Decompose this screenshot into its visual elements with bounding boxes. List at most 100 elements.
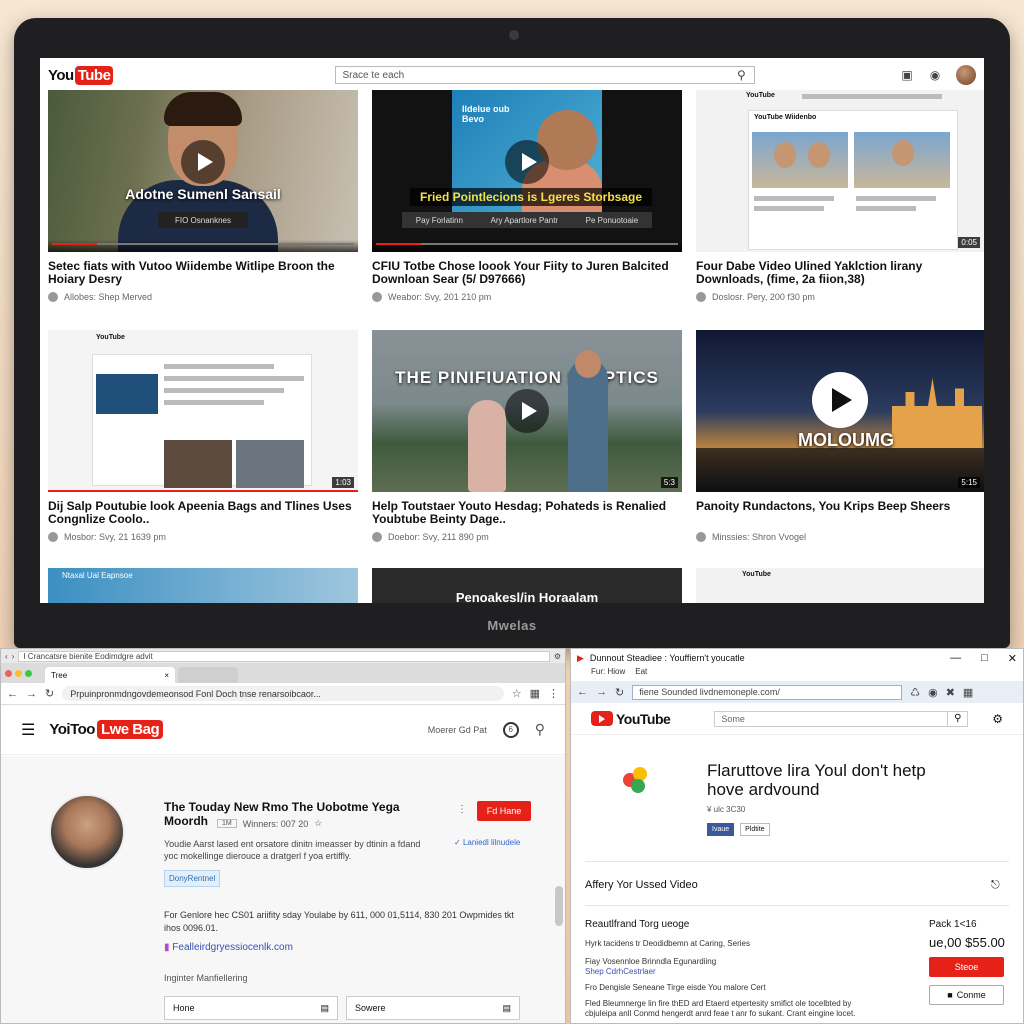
settings-icon[interactable]: ⚙	[554, 652, 561, 661]
video-thumbnail-partial[interactable]: Ntaxal Ual Eapnsoe	[48, 568, 358, 603]
video-thumbnail[interactable]: Ildelue oub Bevo Fried Pointlecions is L…	[372, 90, 682, 252]
reload-icon[interactable]: ↻	[45, 687, 54, 700]
back-icon[interactable]: ←	[7, 688, 18, 700]
share-button-facebook[interactable]: Ivaue	[707, 823, 735, 836]
lightbulb-icon[interactable]: ⚲	[535, 721, 545, 738]
outer-url-field[interactable]: I Crancatsre bienite Eodimdgre advit	[18, 650, 550, 662]
thumbnail-caption: MOLOUMG	[798, 430, 894, 450]
scrollbar[interactable]	[555, 886, 563, 926]
laptop-frame: You Tube Srace te each ⚲ ▣ ◉ Adotne Sumen…	[14, 18, 1010, 648]
bookmark-icon[interactable]: ☆	[512, 687, 522, 700]
menu-item[interactable]: Eat	[635, 667, 647, 681]
thumbnail-panel-text: Ildelue oub Bevo	[462, 104, 510, 124]
youtube-play-icon	[591, 711, 613, 726]
channel-avatar[interactable]	[49, 794, 125, 870]
video-title[interactable]: CFIU Totbe Chose loook Your Fiity to Jur…	[372, 260, 682, 286]
thumbnail-caption: Fried Pointlecions is Lgeres Storbsage	[410, 188, 652, 206]
youtube-logo[interactable]: YouTube	[48, 65, 114, 85]
video-title[interactable]: Dij Salp Poutubie look Apeenia Bags and …	[48, 500, 358, 526]
address-bar[interactable]: fiene Sounded livdnemoneple.com/	[632, 684, 903, 700]
back-icon[interactable]: ←	[577, 686, 588, 698]
secondary-button[interactable]: ■ Conme	[929, 985, 1004, 1005]
settings-icon[interactable]: ⚙	[992, 712, 1003, 726]
address-bar[interactable]: Prpuinpronmdngovdemeonsod Fonl Doch tnse…	[62, 686, 504, 701]
forward-icon[interactable]: ›	[12, 652, 15, 661]
more-icon[interactable]: ⋮	[457, 804, 467, 815]
notifications-icon[interactable]: ◉	[928, 68, 942, 82]
star-icon[interactable]: ☆	[314, 818, 322, 829]
video-thumbnail[interactable]: YouTube YouTube Wiidenbo 0:05	[696, 90, 984, 252]
video-thumbnail[interactable]: THE PINIFIUATION STEPTICS 5:3	[372, 330, 682, 492]
video-thumbnail[interactable]: MOLOUMG 5:15	[696, 330, 984, 492]
menu-icon[interactable]: ▦	[963, 686, 973, 699]
video-title[interactable]: Four Dabe Video Ulined Yaklction lirany …	[696, 260, 984, 286]
mini-logo: YouTube	[746, 92, 775, 99]
video-title[interactable]: Help Toutstaer Youto Hesdag; Pohateds is…	[372, 500, 682, 526]
youtube-logo[interactable]: YoiToo Lwe Bag	[49, 720, 164, 739]
forward-icon[interactable]: →	[596, 686, 607, 698]
channel-url[interactable]: ▮ Fealleirdgryessiocenlk.com	[164, 942, 293, 953]
extensions-icon[interactable]: ▦	[530, 687, 540, 700]
video-card[interactable]: YouTube YouTube Wiidenbo 0:05 Four Dabe …	[696, 90, 984, 302]
home-field[interactable]: Hone ▤	[164, 996, 338, 1020]
avatar[interactable]	[956, 65, 976, 85]
maximize-icon[interactable]: □	[981, 652, 988, 665]
translate-icon[interactable]: ♺	[910, 686, 920, 699]
channel-description: Youdie Aarst lased ent orsatore dinitn i…	[164, 839, 421, 861]
video-card[interactable]: YouTube 1:03 Dij Salp Poutubie look Apee…	[48, 330, 358, 542]
tab-new[interactable]	[178, 667, 238, 683]
close-icon[interactable]	[5, 669, 12, 677]
search-icon[interactable]: ⚲	[948, 710, 969, 727]
play-icon[interactable]	[181, 140, 225, 184]
menu-icon[interactable]: ⋮	[548, 687, 559, 700]
subscribe-button[interactable]: Fd Hane	[477, 801, 531, 821]
youtube-logo[interactable]: YouTube	[591, 711, 671, 727]
upload-icon[interactable]: ▣	[900, 68, 914, 82]
search-input[interactable]: Some	[714, 710, 949, 727]
order-line[interactable]: Shep CdrhCestrlaer	[585, 967, 915, 977]
order-line: Fled Bleumnerge lin fire thED ard Etaerd…	[585, 999, 852, 1008]
browser-window-right: ▶ Dunnout Steadiee : Youffiern't youcatl…	[570, 648, 1024, 1024]
video-title[interactable]: Panoity Rundactons, You Krips Beep Sheer…	[696, 500, 984, 526]
video-thumbnail-partial[interactable]: YouTube	[696, 568, 984, 603]
forward-icon[interactable]: →	[26, 688, 37, 700]
laptop-screen: You Tube Srace te each ⚲ ▣ ◉ Adotne Sumen…	[40, 58, 984, 603]
search-input[interactable]: Srace te each ⚲	[335, 66, 756, 84]
extension-icon[interactable]: ◉	[928, 686, 938, 699]
play-icon[interactable]	[812, 372, 868, 428]
window-controls	[5, 663, 32, 683]
divider	[585, 861, 1009, 862]
minimize-icon[interactable]	[15, 669, 22, 677]
divider	[585, 905, 1009, 906]
channel-link[interactable]: ✓ Laniedl lilnudele	[454, 838, 520, 847]
video-title[interactable]: Setec fiats with Vutoo Wiidembe Witlipe …	[48, 260, 358, 286]
search-icon[interactable]: ⚲	[734, 68, 748, 82]
tab-active[interactable]: Tree ×	[45, 667, 175, 683]
maximize-icon[interactable]	[25, 669, 32, 677]
software-field[interactable]: Sowere ▤	[346, 996, 520, 1020]
video-thumbnail[interactable]: YouTube 1:03	[48, 330, 358, 492]
header-text[interactable]: Moerer Gd Pat	[428, 725, 487, 735]
close-icon[interactable]: ✕	[1008, 652, 1017, 665]
video-card[interactable]: MOLOUMG 5:15 Panoity Rundactons, You Kri…	[696, 330, 984, 542]
reload-icon[interactable]: ↻	[615, 686, 624, 699]
tab-close-icon[interactable]: ×	[164, 671, 169, 680]
account-icon[interactable]: 6	[502, 721, 519, 738]
play-icon[interactable]	[505, 140, 549, 184]
play-icon[interactable]	[505, 389, 549, 433]
nav-bar: ← → ↻ fiene Sounded livdnemoneple.com/ ♺…	[571, 681, 1023, 703]
primary-button[interactable]: Steoe	[929, 957, 1004, 977]
back-icon[interactable]: ‹	[5, 652, 8, 661]
video-card[interactable]: Adotne Sumenl Sansail FIO Osnanknes Sete…	[48, 90, 358, 302]
video-thumbnail-partial[interactable]: Penoakesl/in Horaalam	[372, 568, 682, 603]
cast-icon[interactable]: ⎋	[991, 879, 1000, 892]
tools-icon[interactable]: ✖	[946, 686, 955, 699]
video-thumbnail[interactable]: Adotne Sumenl Sansail FIO Osnanknes	[48, 90, 358, 252]
channel-tag[interactable]: DonyRentnel	[164, 870, 221, 887]
menu-item[interactable]: Fur: Hiow	[591, 667, 625, 681]
video-card[interactable]: Ildelue oub Bevo Fried Pointlecions is L…	[372, 90, 682, 302]
minimize-icon[interactable]: —	[950, 652, 961, 665]
share-button[interactable]: Pldtite	[740, 823, 770, 836]
hamburger-icon[interactable]: ☰	[21, 720, 35, 740]
video-card[interactable]: THE PINIFIUATION STEPTICS 5:3 Help Touts…	[372, 330, 682, 542]
